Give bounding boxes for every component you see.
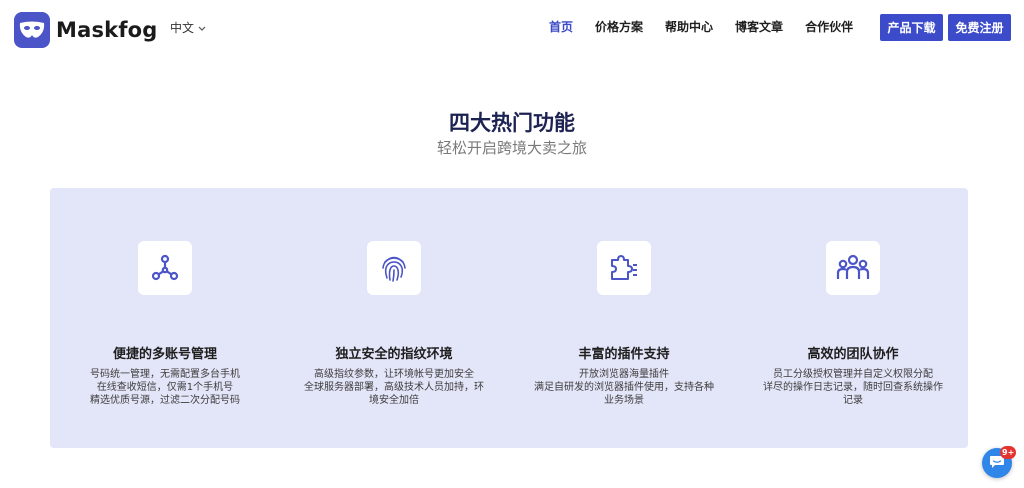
feature-description: 高级指纹参数，让环境帐号更加安全 全球服务器部署，高级技术人员加持，环 境安全加…: [294, 368, 494, 407]
section-title: 四大热门功能: [449, 111, 575, 135]
feature-desc-line: 详尽的操作日志记录，随时回查系统操作: [763, 382, 943, 393]
feature-desc-line: 全球服务器部署，高级技术人员加持，环: [304, 382, 484, 393]
feature-desc-line: 业务场景: [604, 395, 644, 406]
feature-desc-line: 员工分级授权管理并自定义权限分配: [773, 369, 933, 380]
chevron-down-icon: [198, 21, 206, 35]
nav-item-home[interactable]: 首页: [549, 18, 573, 35]
nav-item-pricing[interactable]: 价格方案: [595, 18, 643, 35]
site-header: Maskfog 中文 首页 价格方案 帮助中心 博客文章 合作伙伴 产品下载 免…: [0, 0, 1024, 56]
download-button[interactable]: 产品下载: [880, 14, 943, 41]
mask-logo-icon: [14, 12, 50, 48]
features-panel: 便捷的多账号管理 号码统一管理，无需配置多台手机 在线查收短信，仅需1个手机号 …: [50, 188, 968, 448]
language-label: 中文: [170, 21, 195, 35]
feature-desc-line: 开放浏览器海量插件: [579, 369, 669, 380]
feature-title: 丰富的插件支持: [578, 347, 670, 362]
feature-description: 员工分级授权管理并自定义权限分配 详尽的操作日志记录，随时回查系统操作 记录: [753, 368, 953, 407]
feature-desc-line: 在线查收短信，仅需1个手机号: [96, 382, 234, 393]
brand-name: Maskfog: [56, 18, 158, 42]
team-icon: [826, 241, 880, 295]
fingerprint-icon: [367, 241, 421, 295]
section-subtitle: 轻松开启跨境大卖之旅: [436, 139, 587, 157]
feature-description: 开放浏览器海量插件 满足自研发的浏览器插件使用，支持各种 业务场景: [524, 368, 724, 407]
feature-desc-line: 境安全加倍: [369, 395, 419, 406]
notification-badge: 9+: [1000, 446, 1017, 459]
feature-desc-line: 精选优质号源，过滤二次分配号码: [90, 395, 240, 406]
register-button[interactable]: 免费注册: [948, 14, 1011, 41]
nav-item-help[interactable]: 帮助中心: [665, 18, 713, 35]
feature-desc-line: 记录: [843, 395, 863, 406]
feature-title: 高效的团队协作: [807, 347, 899, 362]
feature-desc-line: 号码统一管理，无需配置多台手机: [90, 369, 240, 380]
feature-desc-line: 高级指纹参数，让环境帐号更加安全: [314, 369, 474, 380]
feature-description: 号码统一管理，无需配置多台手机 在线查收短信，仅需1个手机号 精选优质号源，过滤…: [65, 368, 265, 407]
share-nodes-icon: [138, 241, 192, 295]
feature-desc-line: 满足自研发的浏览器插件使用，支持各种: [534, 382, 714, 393]
main-nav: 首页 价格方案 帮助中心 博客文章 合作伙伴: [538, 18, 864, 35]
puzzle-list-icon: [597, 241, 651, 295]
feature-title: 独立安全的指纹环境: [335, 347, 453, 362]
feature-title: 便捷的多账号管理: [112, 347, 217, 362]
brand-logo[interactable]: Maskfog: [14, 12, 158, 48]
nav-item-partners[interactable]: 合作伙伴: [805, 18, 853, 35]
nav-item-blog[interactable]: 博客文章: [735, 18, 783, 35]
language-selector[interactable]: 中文: [170, 19, 206, 36]
